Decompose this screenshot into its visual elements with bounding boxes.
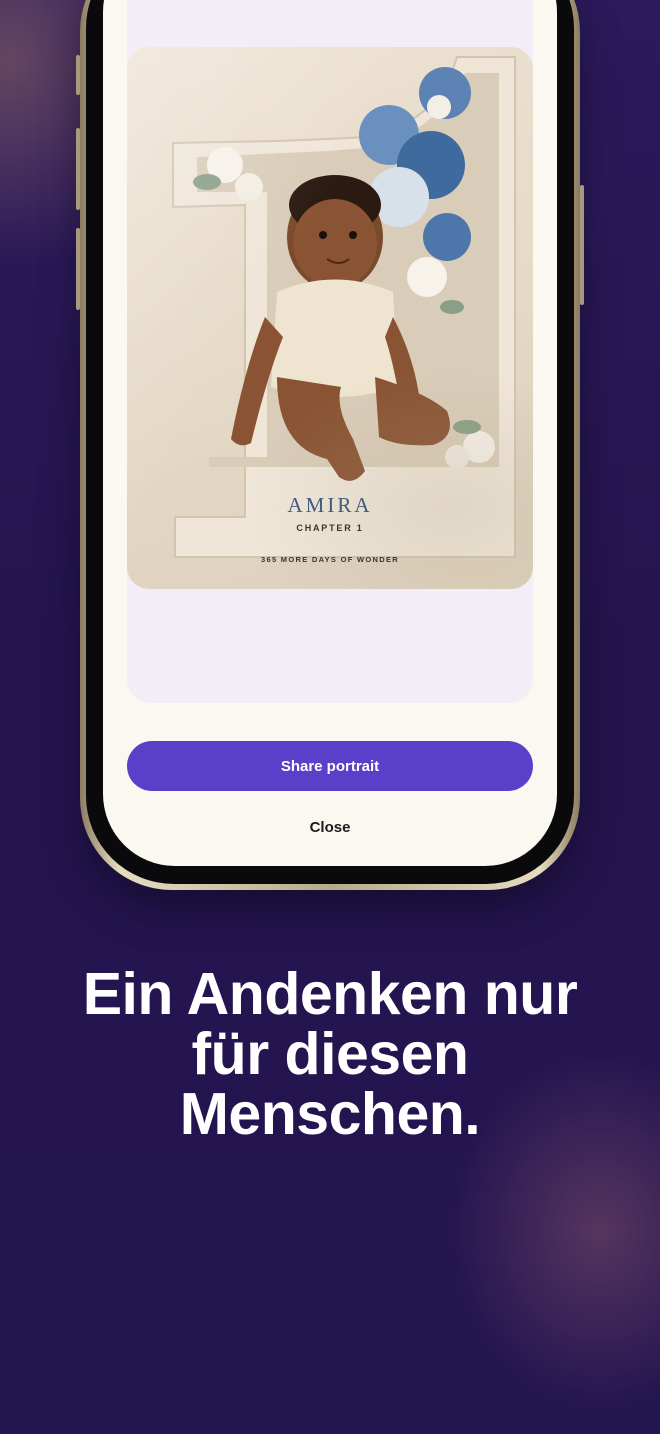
phone-screen: AMIRA CHAPTER 1 365 MORE DAYS OF WONDER …: [103, 0, 557, 866]
power-button: [580, 185, 584, 305]
headline-line-1: Ein Andenken nur: [82, 961, 578, 1027]
mute-switch: [76, 55, 80, 95]
portrait-image: AMIRA CHAPTER 1 365 MORE DAYS OF WONDER: [127, 47, 533, 589]
volume-up-button: [76, 128, 80, 210]
portrait-chapter: CHAPTER 1: [296, 523, 364, 533]
headline-line-2: für diesen: [191, 1021, 469, 1087]
portrait-tagline: 365 MORE DAYS OF WONDER: [261, 555, 399, 564]
headline-line-3: Menschen.: [179, 1081, 481, 1147]
portrait-name: AMIRA: [287, 493, 373, 517]
headline: Ein Andenken nur für diesen Menschen.: [0, 964, 660, 1144]
portrait-card: AMIRA CHAPTER 1 365 MORE DAYS OF WONDER: [127, 0, 533, 703]
share-portrait-button[interactable]: Share portrait: [127, 741, 533, 791]
close-button[interactable]: Close: [280, 813, 380, 841]
volume-down-button: [76, 228, 80, 310]
